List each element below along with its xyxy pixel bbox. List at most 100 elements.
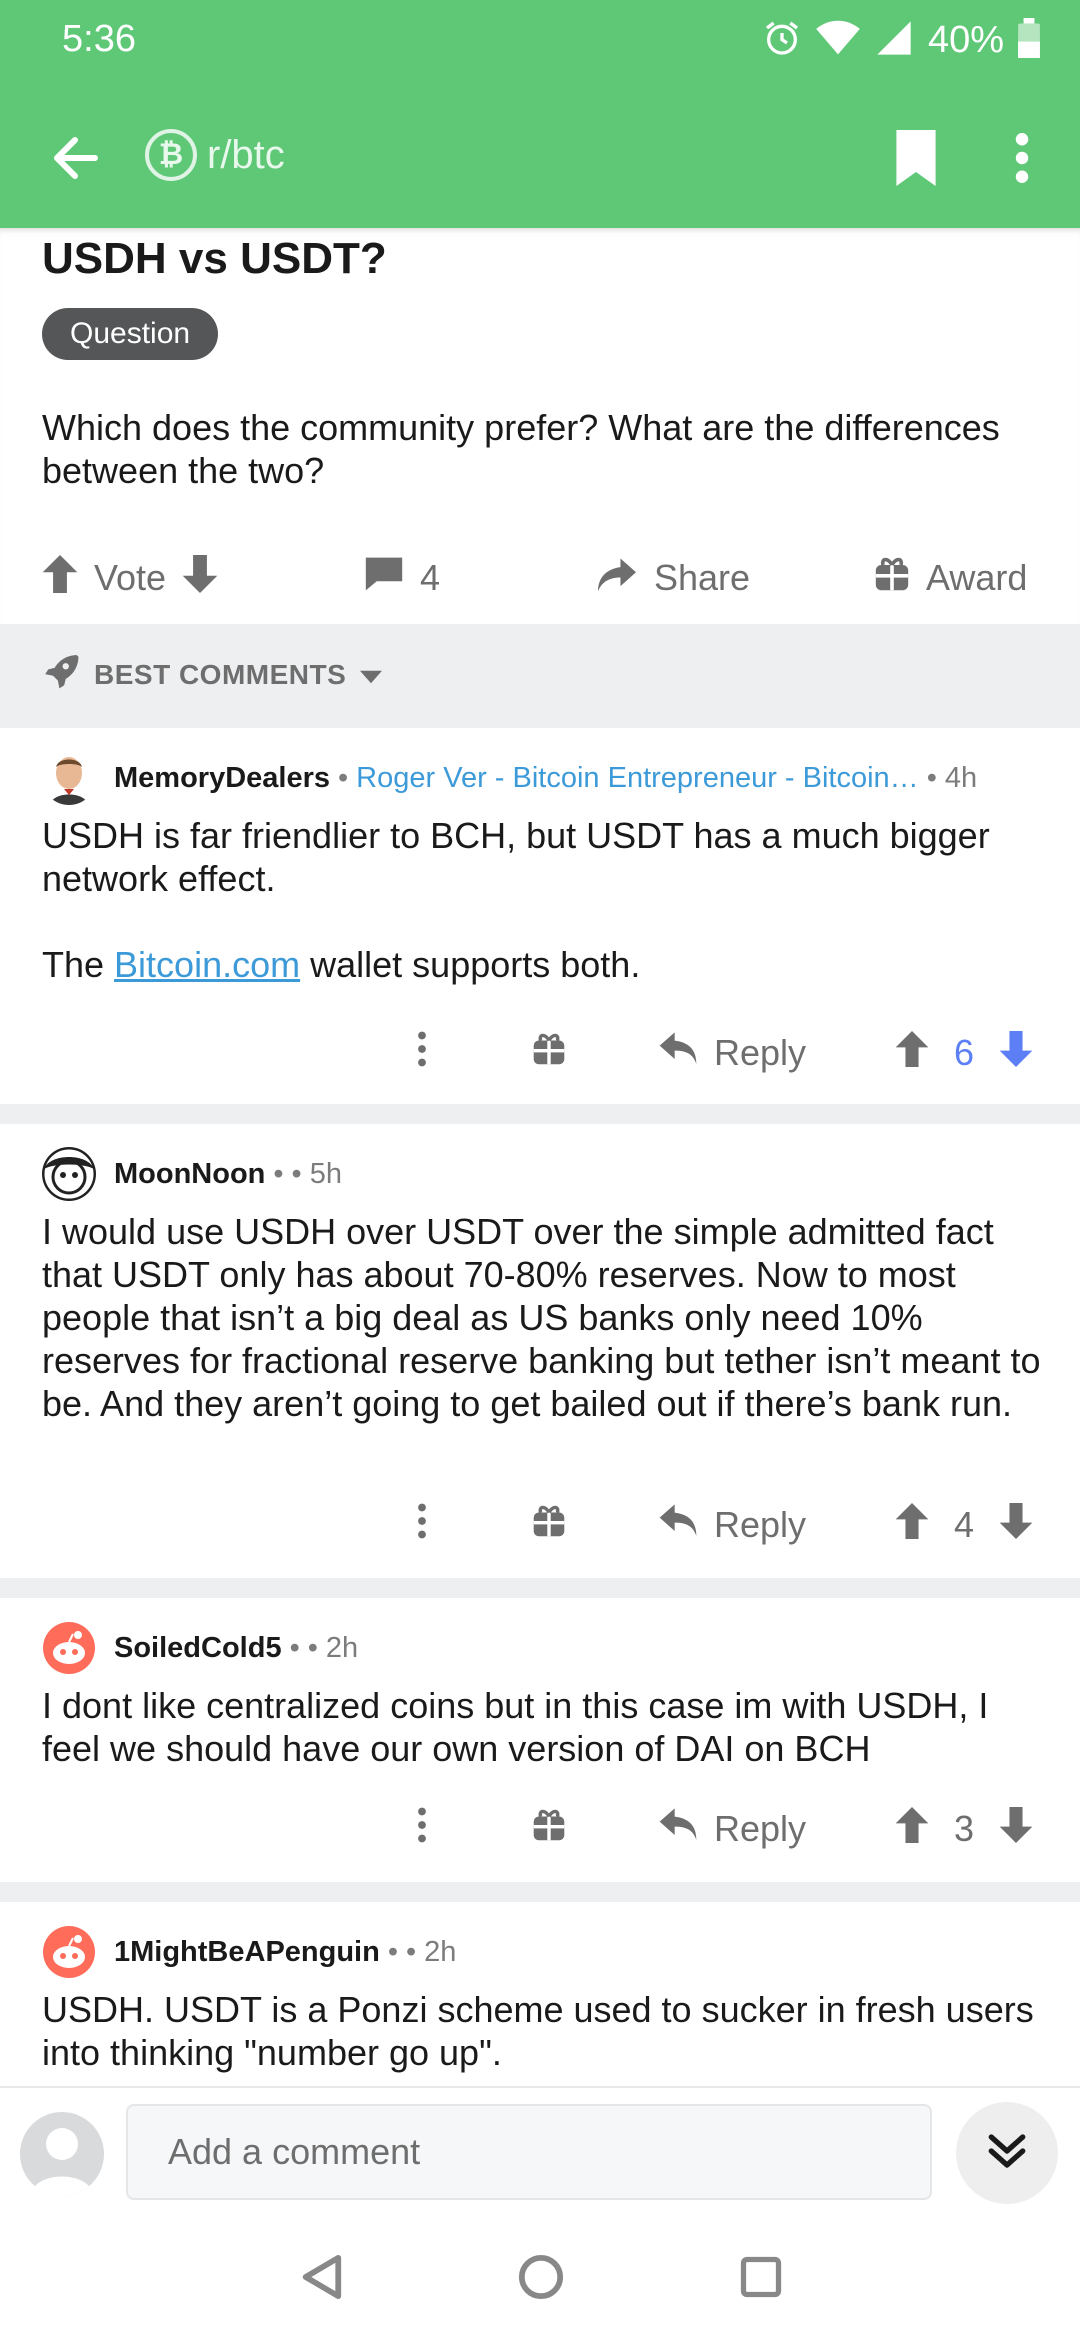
comment-author[interactable]: MemoryDealers <box>114 762 330 795</box>
post-actions: Vote 4 Share Award <box>0 538 1080 618</box>
battery-icon <box>1018 17 1040 63</box>
caret-down-icon <box>360 659 383 691</box>
comment-author[interactable]: SoiledCold5 <box>114 1632 282 1665</box>
comments-button[interactable]: 4 <box>364 538 440 618</box>
downvote-icon[interactable] <box>182 554 218 602</box>
more-vert-icon <box>1015 132 1029 188</box>
award-label: Award <box>926 557 1028 598</box>
bitcoin-icon: ₿ <box>145 129 197 181</box>
downvote-button[interactable] <box>996 1794 1036 1864</box>
reply-icon <box>658 1031 698 1075</box>
comment-paragraph: USDH is far friendlier to BCH, but USDT … <box>42 815 990 899</box>
share-icon <box>596 555 638 602</box>
more-vert-icon <box>417 1503 427 1548</box>
downvote-button[interactable] <box>996 1018 1036 1088</box>
award-button[interactable] <box>524 1794 574 1864</box>
comment-text: wallet supports both. <box>300 944 641 985</box>
subreddit-name: r/btc <box>207 132 285 177</box>
comment: 1MightBeAPenguin • • 2h USDH. USDT is a … <box>0 1902 1080 2086</box>
comment-score: 4 <box>953 1504 975 1545</box>
battery-percent: 40% <box>927 18 1004 61</box>
back-button[interactable] <box>40 125 110 195</box>
bitcoin-com-link[interactable]: Bitcoin.com <box>114 944 300 985</box>
comment-divider <box>0 1578 1080 1598</box>
upvote-button[interactable] <box>892 1018 932 1088</box>
share-button[interactable]: Share <box>596 538 750 618</box>
toolbar: ₿ r/btc <box>0 105 1080 205</box>
next-comment-button[interactable] <box>956 2102 1058 2204</box>
comment-time: 4h <box>944 761 978 794</box>
status-bar: 5:36 40% <box>0 0 1080 80</box>
comment-divider <box>0 1104 1080 1124</box>
post-body: Which does the community prefer? What ar… <box>42 407 1000 491</box>
system-nav-bar <box>0 2216 1080 2340</box>
comment-more-button[interactable] <box>402 1490 442 1560</box>
user-avatar[interactable] <box>20 2112 104 2196</box>
double-chevron-down-icon <box>986 2130 1028 2177</box>
reply-icon <box>658 1503 698 1547</box>
bookmark-button[interactable] <box>886 125 946 195</box>
comment-body: I would use USDH over USDT over the simp… <box>42 1211 1041 1424</box>
post-flair[interactable]: Question <box>42 308 219 360</box>
comment-more-button[interactable] <box>402 1018 442 1088</box>
comment: MoonNoon • • 5h I would use USDH over US… <box>0 1124 1080 1578</box>
upvote-button[interactable] <box>892 1794 932 1864</box>
nav-back-button[interactable] <box>286 2244 356 2314</box>
comment-time: 5h <box>309 1157 342 1190</box>
comment-actions: Reply 3 <box>0 1794 1080 1864</box>
user-flair: Roger Ver - Bitcoin Entrepreneur - Bitco… <box>356 761 919 794</box>
nav-home-button[interactable] <box>506 2244 576 2314</box>
share-label: Share <box>654 557 751 598</box>
separator-dot: • <box>926 761 937 794</box>
reply-icon <box>658 1807 698 1851</box>
reply-button[interactable]: Reply <box>652 1794 812 1864</box>
triangle-back-icon <box>299 2254 343 2305</box>
reply-button[interactable]: Reply <box>652 1490 812 1560</box>
comment-body: I dont like centralized coins but in thi… <box>42 1685 989 1769</box>
comment-actions: Reply 6 <box>0 1018 1080 1088</box>
comment-input[interactable] <box>126 2104 932 2200</box>
comment-score: 3 <box>953 1808 975 1849</box>
status-time: 5:36 <box>62 18 136 60</box>
sort-selector[interactable]: BEST COMMENTS <box>42 652 383 697</box>
reply-button[interactable]: Reply <box>652 1018 812 1088</box>
downvote-icon <box>999 1030 1033 1076</box>
comment-time: 2h <box>325 1631 359 1664</box>
signal-icon <box>874 18 914 63</box>
back-arrow-icon <box>50 136 100 185</box>
avatar[interactable] <box>42 1925 96 1979</box>
avatar[interactable] <box>42 1621 96 1675</box>
comment-header: 1MightBeAPenguin • • 2h <box>42 1926 456 1978</box>
comment-score: 6 <box>953 1032 975 1073</box>
separator-dot: • <box>289 1631 300 1664</box>
award-button[interactable] <box>524 1018 574 1088</box>
upvote-icon[interactable] <box>42 554 78 602</box>
comment-body: USDH is far friendlier to BCH, but USDT … <box>42 814 1042 986</box>
avatar[interactable] <box>42 1147 96 1201</box>
separator-dot: • <box>291 1157 302 1190</box>
more-options-button[interactable] <box>1000 125 1044 195</box>
comment-actions: Reply 4 <box>0 1490 1080 1560</box>
post-title: USDH vs USDT? <box>42 234 387 283</box>
comment-time: 2h <box>424 1935 457 1968</box>
subreddit-link[interactable]: ₿ r/btc <box>145 129 285 181</box>
comment-divider <box>0 1882 1080 1902</box>
post-vote: Vote <box>42 538 218 618</box>
comment-body: USDH. USDT is a Ponzi scheme used to suc… <box>42 1989 1034 2073</box>
comment-sort-bar[interactable]: BEST COMMENTS <box>0 624 1080 728</box>
separator-dot: • <box>307 1631 318 1664</box>
downvote-button[interactable] <box>996 1490 1036 1560</box>
award-button[interactable] <box>524 1490 574 1560</box>
upvote-button[interactable] <box>892 1490 932 1560</box>
wifi-icon <box>816 18 860 63</box>
award-button[interactable]: Award <box>874 538 1027 618</box>
avatar[interactable] <box>42 751 96 805</box>
comment-author[interactable]: 1MightBeAPenguin <box>114 1936 380 1969</box>
comment-more-button[interactable] <box>402 1794 442 1864</box>
separator-dot: • <box>406 1935 417 1968</box>
nav-recents-button[interactable] <box>726 2244 796 2314</box>
comment-author[interactable]: MoonNoon <box>114 1158 265 1191</box>
status-icons: 40% <box>762 14 1040 66</box>
more-vert-icon <box>417 1031 427 1076</box>
comment: SoiledCold5 • • 2h I dont like centraliz… <box>0 1598 1080 1882</box>
